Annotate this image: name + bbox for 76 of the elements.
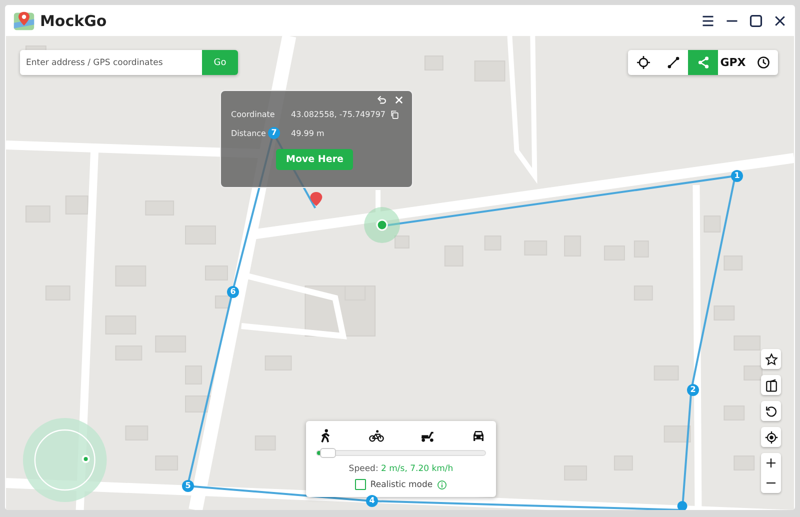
building-footprint [115, 266, 146, 286]
building-footprint [125, 426, 148, 440]
building-footprint [664, 426, 691, 442]
star-icon [764, 352, 778, 366]
building-footprint [714, 306, 735, 320]
building-footprint [185, 366, 202, 384]
route-waypoint-marker[interactable] [677, 501, 688, 510]
building-footprint [744, 366, 763, 380]
building-footprint [155, 336, 186, 352]
building-footprint [214, 296, 232, 308]
building-footprint [634, 286, 653, 300]
building-footprint [205, 266, 228, 280]
address-search-field[interactable]: Enter address / GPS coordinates [20, 50, 202, 75]
building-footprint [634, 240, 649, 258]
popup-value: 49.99 m [291, 129, 324, 138]
building-footprint [734, 456, 755, 470]
phone-icon [764, 378, 778, 392]
undo-icon[interactable] [377, 95, 387, 105]
building-footprint [444, 246, 464, 266]
building-footprint [604, 246, 625, 260]
building-footprint [185, 226, 216, 244]
app-logo-icon [13, 10, 35, 32]
map-pin-icon [310, 192, 322, 206]
building-footprint [564, 236, 582, 256]
building-footprint [524, 240, 548, 256]
map-tool-button[interactable] [761, 427, 781, 447]
building-footprint [264, 356, 292, 370]
building-footprint [115, 346, 142, 360]
building-footprint [564, 466, 588, 480]
route-line-icon [666, 56, 680, 69]
building-footprint [474, 60, 506, 82]
building-footprint [734, 336, 761, 350]
speed-readout: Speed: 2 m/s, 7.20 km/h [348, 464, 454, 474]
building-footprint [424, 56, 444, 70]
copy-icon[interactable] [390, 110, 398, 119]
building-footprint [704, 216, 721, 232]
share-nodes-icon [696, 56, 710, 69]
realistic-mode-label: Realistic mode [370, 480, 433, 490]
building-footprint [25, 206, 50, 222]
zoom-in-icon[interactable] [765, 457, 777, 469]
building-footprint [45, 286, 70, 300]
map-tool-button[interactable] [761, 375, 781, 395]
popup-label: Coordinate [231, 110, 275, 119]
building-footprint [155, 456, 178, 470]
bicycle-icon[interactable] [369, 429, 384, 443]
building-footprint [145, 200, 174, 216]
realistic-mode-checkbox[interactable] [355, 479, 366, 490]
car-icon[interactable] [471, 429, 486, 443]
locate-icon [764, 430, 778, 444]
app-title: MockGo [40, 12, 107, 30]
building-footprint [654, 366, 679, 380]
scooter-icon[interactable] [420, 429, 435, 443]
map-tool-button[interactable] [761, 401, 781, 421]
building-footprint [105, 316, 136, 334]
clock-icon [756, 56, 770, 69]
speed-slider-thumb[interactable] [320, 448, 336, 458]
crosshair-icon [636, 56, 650, 69]
popup-value: 43.082558, -75.749797 [291, 110, 386, 119]
move-here-button[interactable]: Move Here [276, 149, 354, 170]
menu-icon[interactable] [701, 14, 715, 28]
building-footprint [394, 236, 410, 248]
speed-slider[interactable] [316, 450, 486, 456]
popup-label: Distance [231, 129, 266, 138]
info-icon[interactable] [436, 480, 447, 490]
maximize-icon[interactable] [749, 14, 763, 28]
building-footprint [724, 256, 743, 270]
building-footprint [65, 196, 88, 214]
building-footprint [614, 456, 633, 470]
close-icon[interactable] [773, 14, 787, 28]
rotate-icon [764, 404, 778, 418]
go-button[interactable]: Go [202, 50, 238, 75]
building-footprint [724, 406, 745, 420]
building-footprint [254, 436, 276, 450]
toolbar-button[interactable]: GPX [718, 50, 748, 75]
building-footprint [484, 236, 502, 250]
map-tool-button[interactable] [761, 349, 781, 369]
